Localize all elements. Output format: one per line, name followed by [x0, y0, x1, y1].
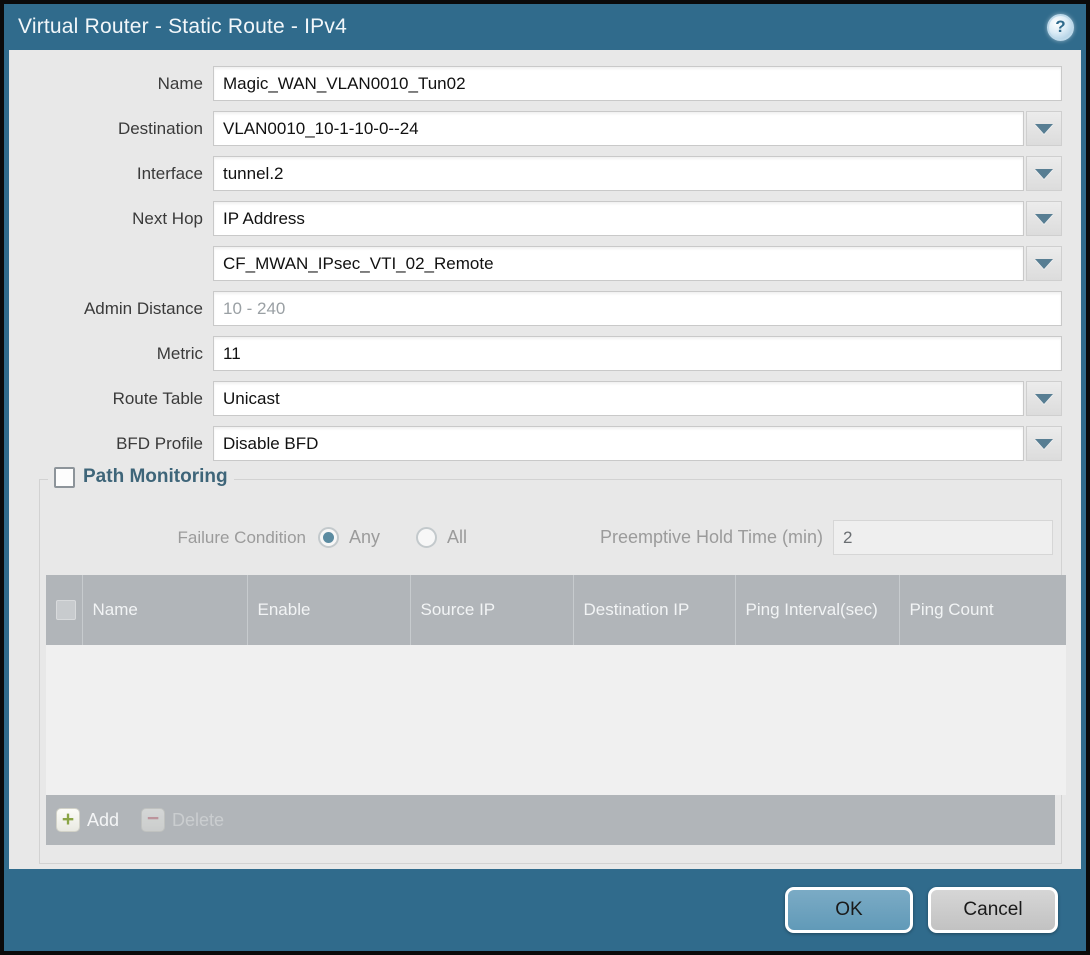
path-monitoring-title: Path Monitoring: [83, 466, 228, 488]
metric-input[interactable]: [213, 336, 1062, 371]
preemptive-hold-time-input[interactable]: [833, 520, 1053, 555]
path-monitoring-legend: Path Monitoring: [48, 466, 234, 488]
admin-distance-label: Admin Distance: [17, 299, 213, 319]
route-table-dropdown-button[interactable]: [1026, 381, 1062, 416]
name-input[interactable]: [213, 66, 1062, 101]
interface-label: Interface: [17, 164, 213, 184]
next-hop-label: Next Hop: [17, 209, 213, 229]
delete-button[interactable]: − Delete: [141, 808, 224, 832]
delete-button-label: Delete: [172, 810, 224, 831]
preemptive-hold-time-label: Preemptive Hold Time (min): [600, 527, 833, 548]
dialog-content: Name Destination Interface Next Hop: [9, 50, 1081, 869]
next-hop-type-input[interactable]: [213, 201, 1024, 236]
table-empty-body: [46, 645, 1066, 795]
column-header-ping-count: Ping Count: [899, 575, 1066, 645]
dialog-titlebar: Virtual Router - Static Route - IPv4 ?: [4, 4, 1086, 50]
destination-label: Destination: [17, 119, 213, 139]
ok-button[interactable]: OK: [785, 887, 913, 933]
column-header-destination-ip: Destination IP: [573, 575, 735, 645]
form-row-bfd-profile: BFD Profile: [17, 426, 1062, 461]
static-route-dialog: Virtual Router - Static Route - IPv4 ? N…: [4, 4, 1086, 951]
chevron-down-icon: [1035, 439, 1053, 449]
chevron-down-icon: [1035, 124, 1053, 134]
bfd-profile-input[interactable]: [213, 426, 1024, 461]
next-hop-address-input[interactable]: [213, 246, 1024, 281]
name-label: Name: [17, 74, 213, 94]
column-header-enable: Enable: [247, 575, 410, 645]
radio-selected-dot: [323, 532, 334, 543]
form-row-interface: Interface: [17, 156, 1062, 191]
chevron-down-icon: [1035, 214, 1053, 224]
chevron-down-icon: [1035, 394, 1053, 404]
form-row-next-hop-address: [17, 246, 1062, 281]
form-row-next-hop: Next Hop: [17, 201, 1062, 236]
interface-dropdown-button[interactable]: [1026, 156, 1062, 191]
form-row-name: Name: [17, 66, 1062, 101]
add-button-label: Add: [87, 810, 119, 831]
route-table-label: Route Table: [17, 389, 213, 409]
destination-dropdown-button[interactable]: [1026, 111, 1062, 146]
interface-input[interactable]: [213, 156, 1024, 191]
table-toolbar: + Add − Delete: [46, 795, 1055, 845]
path-monitoring-section: Path Monitoring Failure Condition Any Al…: [39, 479, 1062, 864]
add-button[interactable]: + Add: [56, 808, 119, 832]
delete-minus-icon: −: [141, 808, 165, 832]
radio-any-label: Any: [349, 527, 380, 548]
form-row-admin-distance: Admin Distance: [17, 291, 1062, 326]
dialog-title: Virtual Router - Static Route - IPv4: [18, 15, 347, 39]
form-row-metric: Metric: [17, 336, 1062, 371]
chevron-down-icon: [1035, 259, 1053, 269]
dialog-footer: OK Cancel: [4, 869, 1086, 951]
column-header-name: Name: [82, 575, 247, 645]
path-monitoring-checkbox[interactable]: [54, 467, 75, 488]
bfd-profile-dropdown-button[interactable]: [1026, 426, 1062, 461]
cancel-button[interactable]: Cancel: [928, 887, 1058, 933]
path-monitoring-table: Name Enable Source IP Destination IP Pin…: [46, 575, 1055, 845]
table-header-row: Name Enable Source IP Destination IP Pin…: [46, 575, 1066, 645]
failure-condition-row: Failure Condition Any All Preemptive Hol…: [40, 520, 1061, 555]
form-row-destination: Destination: [17, 111, 1062, 146]
column-header-ping-interval: Ping Interval(sec): [735, 575, 899, 645]
admin-distance-input[interactable]: [213, 291, 1062, 326]
radio-all-label: All: [447, 527, 467, 548]
bfd-profile-label: BFD Profile: [17, 434, 213, 454]
column-header-source-ip: Source IP: [410, 575, 573, 645]
dialog-frame: Virtual Router - Static Route - IPv4 ? N…: [0, 0, 1090, 955]
next-hop-dropdown-button[interactable]: [1026, 201, 1062, 236]
route-table-input[interactable]: [213, 381, 1024, 416]
select-all-checkbox[interactable]: [56, 600, 76, 620]
help-icon[interactable]: ?: [1047, 14, 1074, 41]
next-hop-address-dropdown-button[interactable]: [1026, 246, 1062, 281]
add-plus-icon: +: [56, 808, 80, 832]
select-all-cell: [46, 575, 82, 645]
destination-input[interactable]: [213, 111, 1024, 146]
metric-label: Metric: [17, 344, 213, 364]
chevron-down-icon: [1035, 169, 1053, 179]
failure-condition-label: Failure Condition: [40, 528, 318, 548]
form-row-route-table: Route Table: [17, 381, 1062, 416]
radio-all[interactable]: [416, 527, 437, 548]
radio-any[interactable]: [318, 527, 339, 548]
